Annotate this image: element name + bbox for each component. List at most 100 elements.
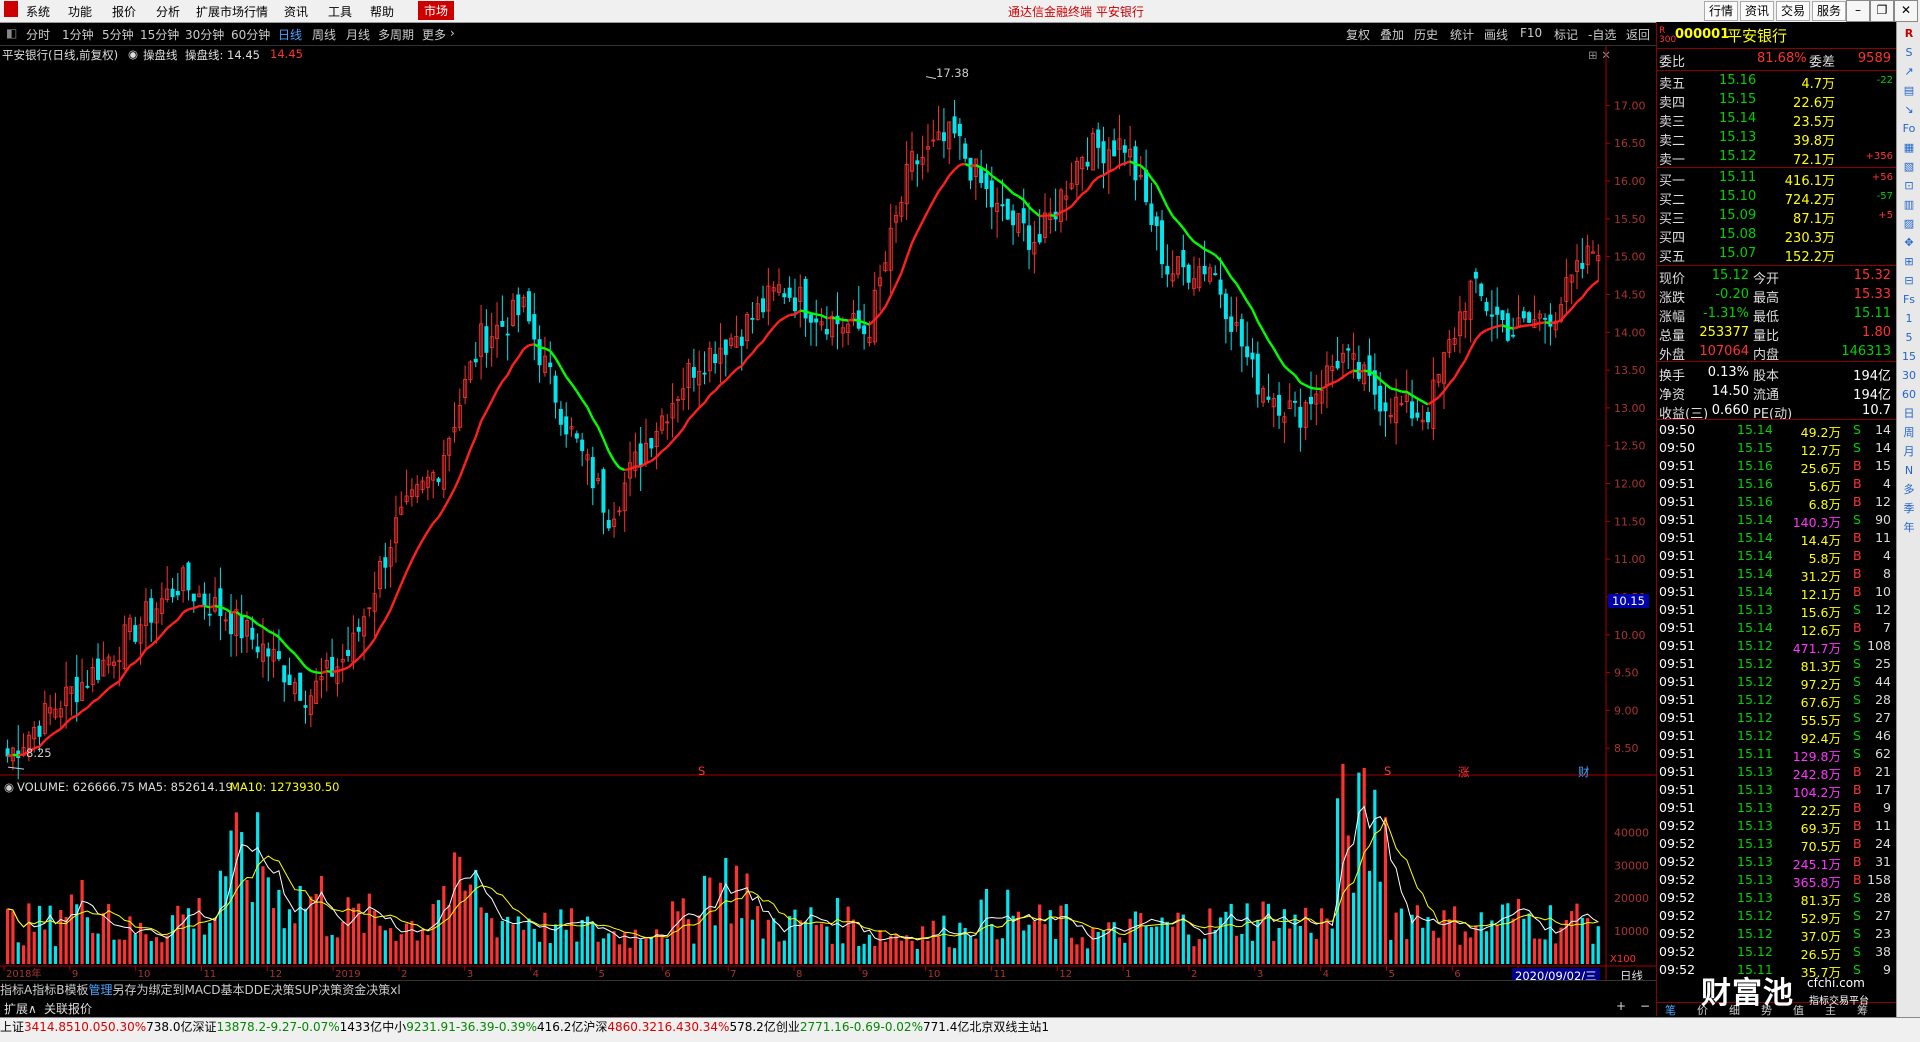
sidebar-button-0[interactable]: R [1900,26,1918,42]
sidebar-button-24[interactable]: 多 [1900,482,1918,498]
tab-15min[interactable]: 15分钟 [140,26,179,43]
sidebar-button-20[interactable]: 日 [1900,406,1918,422]
ask-row[interactable]: 卖二15.1339.8万 [1657,129,1897,148]
tab-weekly[interactable]: 周线 [312,26,336,43]
tool-history[interactable]: 历史 [1414,26,1438,43]
sidebar-button-8[interactable]: ⊡ [1900,178,1918,194]
tool-f10[interactable]: F10 [1520,26,1542,40]
menu-tools[interactable]: 工具 [328,3,352,20]
tab-60min[interactable]: 60分钟 [231,26,270,43]
indicator-tab-8[interactable]: SUP决策 [295,983,343,997]
indicator-tab-2[interactable]: 模板 [64,983,88,997]
sidebar-button-23[interactable]: N [1900,463,1918,479]
volume-bar [1166,922,1169,964]
kline-chart[interactable]: 17.0016.5016.0015.5015.0014.5014.0013.50… [0,46,1656,980]
btn-trade[interactable]: 交易 [1776,1,1810,21]
tab-5min[interactable]: 5分钟 [102,26,134,43]
indicator-tab-1[interactable]: 指标B [32,983,64,997]
tab-monthly[interactable]: 月线 [346,26,370,43]
menu-analysis[interactable]: 分析 [156,3,180,20]
sidebar-button-17[interactable]: 15 [1900,349,1918,365]
tool-back[interactable]: 返回 [1626,26,1650,43]
tab-minute[interactable]: 分时 [26,26,50,43]
tab-more[interactable]: 更多 [422,26,446,43]
menu-function[interactable]: 功能 [68,3,92,20]
indicator-tab-10[interactable]: xl [390,983,400,997]
sidebar-button-13[interactable]: ⊟ [1900,273,1918,289]
sidebar-button-5[interactable]: Fo [1900,121,1918,137]
sidebar-button-2[interactable]: ↗ [1900,64,1918,80]
quote-tab-4[interactable]: 值 [1793,1002,1804,1018]
bid-row[interactable]: 买四15.08230.3万 [1657,226,1897,245]
toggle-icon[interactable]: ◧ [6,26,17,40]
ask-row[interactable]: 卖五15.164.7万-22 [1657,72,1897,91]
indicator-tab-5[interactable]: 绑定到 [149,983,185,997]
sidebar-button-19[interactable]: 60 [1900,387,1918,403]
tool-overlay[interactable]: 叠加 [1380,26,1404,43]
tool-adjust[interactable]: 复权 [1346,26,1370,43]
linked-quote-tab[interactable]: 关联报价 [44,1000,92,1017]
menu-quote[interactable]: 报价 [112,3,136,20]
indicator-line-segment [194,606,199,608]
tick-direction: B [1853,620,1862,635]
bid-row[interactable]: 买二15.10724.2万-57 [1657,188,1897,207]
tab-30min[interactable]: 30分钟 [185,26,224,43]
zoom-in-icon[interactable]: + [1616,999,1626,1013]
close-icon[interactable]: ✕ [1894,0,1918,22]
zoom-out-icon[interactable]: − [1640,999,1650,1013]
sidebar-button-1[interactable]: S [1900,45,1918,61]
tab-daily[interactable]: 日线 [278,26,302,43]
btn-service[interactable]: 服务 [1812,1,1846,21]
ask-row[interactable]: 卖三15.1423.5万 [1657,110,1897,129]
bid-row[interactable]: 买三15.0987.1万+5 [1657,207,1897,226]
indicator-tab-6[interactable]: MACD基本 [185,983,245,997]
indicator-line-segment [1465,349,1470,360]
menu-ext-market[interactable]: 扩展市场行情 [196,3,268,20]
vol-icon[interactable]: ◉ [4,780,14,794]
indicator-tab-9[interactable]: 资金决策 [342,983,390,997]
bid-row[interactable]: 买一15.11416.1万+56 [1657,169,1897,188]
sidebar-button-12[interactable]: ⊞ [1900,254,1918,270]
ask-row[interactable]: 卖四15.1522.6万 [1657,91,1897,110]
restore-icon[interactable]: ❐ [1870,0,1894,22]
sidebar-button-18[interactable]: 30 [1900,368,1918,384]
sidebar-button-10[interactable]: ▨ [1900,216,1918,232]
indicator-tab-4[interactable]: 另存为 [112,983,148,997]
sidebar-button-14[interactable]: Fs [1900,292,1918,308]
sidebar-button-26[interactable]: 年 [1900,520,1918,536]
sidebar-button-15[interactable]: 1 [1900,311,1918,327]
menu-help[interactable]: 帮助 [370,3,394,20]
tab-multi[interactable]: 多周期 [378,26,414,43]
ask-row[interactable]: 卖一15.1272.1万+356 [1657,148,1897,167]
sidebar-button-3[interactable]: ▤ [1900,83,1918,99]
ext-toggle[interactable]: 扩展∧ [4,1000,37,1017]
menu-market[interactable]: 市场 [418,1,454,20]
bid-row[interactable]: 买五15.07152.2万 [1657,245,1897,264]
sidebar-button-6[interactable]: ▦ [1900,140,1918,156]
indicator-tab-0[interactable]: 指标A [0,983,32,997]
minimize-icon[interactable]: – [1846,0,1870,22]
tab-1min[interactable]: 1分钟 [62,26,94,43]
sidebar-button-11[interactable]: ✥ [1900,235,1918,251]
btn-news[interactable]: 资讯 [1740,1,1774,21]
sidebar-button-16[interactable]: 5 [1900,330,1918,346]
sidebar-button-7[interactable]: ▧ [1900,159,1918,175]
tool-stats[interactable]: 统计 [1450,26,1474,43]
indicator-tab-3[interactable]: 管理 [88,983,112,997]
sidebar-button-9[interactable]: ▥ [1900,197,1918,213]
btn-market[interactable]: 行情 [1704,1,1738,21]
tool-draw[interactable]: 画线 [1484,26,1508,43]
sidebar-button-21[interactable]: 周 [1900,425,1918,441]
tool-watchlist[interactable]: -自选 [1588,26,1616,43]
menu-news[interactable]: 资讯 [284,3,308,20]
indicator-tab-7[interactable]: DDE决策 [245,983,295,997]
bid-volume: 724.2万 [1785,189,1835,208]
quote-tab-0[interactable]: 笔 [1665,1002,1676,1018]
more-chevron-icon[interactable]: › [450,26,455,40]
indicator-line-segment [141,649,146,657]
menu-system[interactable]: 系统 [26,3,50,20]
tool-mark[interactable]: 标记 [1554,26,1578,43]
sidebar-button-22[interactable]: 月 [1900,444,1918,460]
sidebar-button-4[interactable]: ↘ [1900,102,1918,118]
sidebar-button-25[interactable]: 季 [1900,501,1918,517]
